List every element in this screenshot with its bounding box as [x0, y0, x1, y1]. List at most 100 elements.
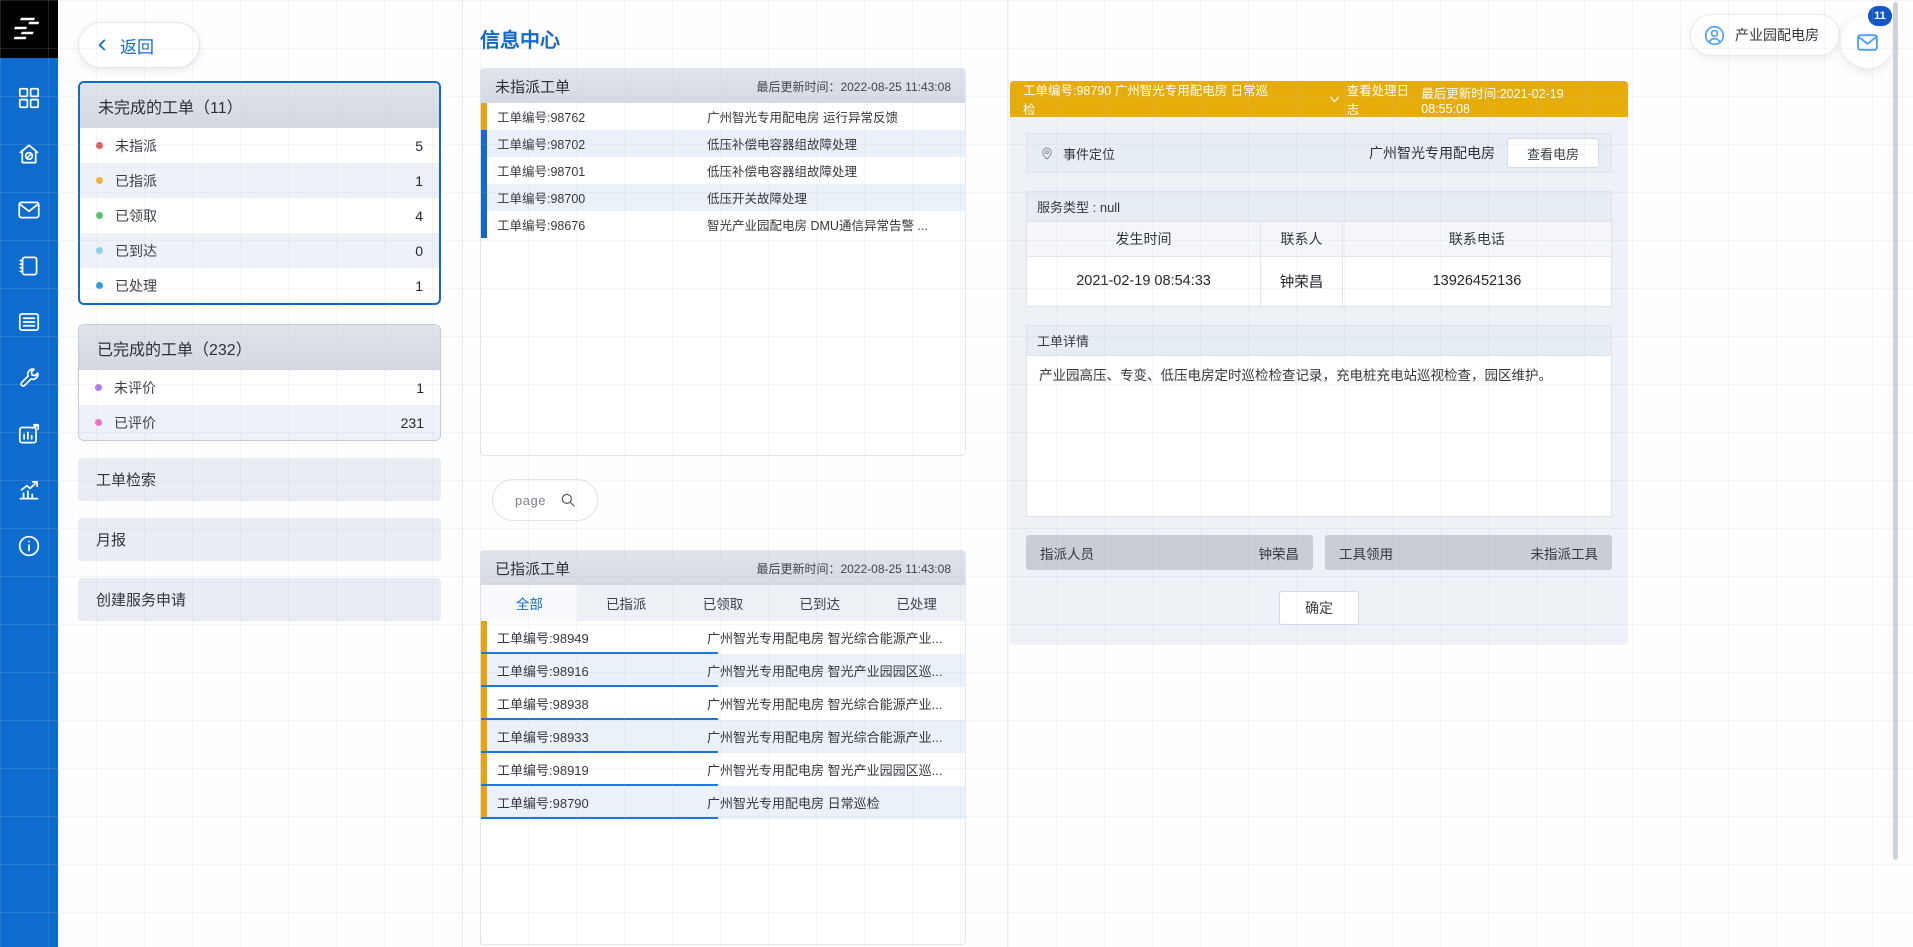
order-code: 工单编号:98700: [497, 188, 707, 207]
user-chip[interactable]: 产业园配电房: [1690, 14, 1840, 56]
contact-table-header: 联系电话: [1342, 222, 1611, 256]
order-status-bar: [481, 720, 487, 753]
sidebar-icon-report-chart[interactable]: [0, 406, 58, 462]
finished-status-row[interactable]: 已评价231: [79, 405, 440, 440]
contact-table-header: 发生时间: [1027, 222, 1261, 256]
assigned-order-row[interactable]: 工单编号:98938广州智光专用配电房 智光综合能源产业...: [481, 687, 965, 720]
unfinished-status-row[interactable]: 已指派1: [80, 163, 439, 198]
view-log-link[interactable]: 查看处理日志: [1328, 80, 1422, 118]
status-dot: [96, 247, 103, 254]
page-search[interactable]: page: [492, 479, 598, 521]
back-button[interactable]: 返回: [78, 22, 200, 68]
sidebar-icon-info[interactable]: [0, 518, 58, 574]
status-count: 1: [415, 278, 423, 294]
shortcut-创建服务申请[interactable]: 创建服务申请: [78, 578, 441, 621]
shortcut-工单检索[interactable]: 工单检索: [78, 458, 441, 501]
assignment-row: 指派人员 钟荣昌 工具领用 未指派工具: [1026, 535, 1612, 570]
unassigned-card-title: 未指派工单: [495, 76, 570, 97]
shortcut-月报[interactable]: 月报: [78, 518, 441, 561]
app-logo: [0, 0, 58, 58]
dashboard-grid-icon: [16, 85, 42, 111]
unassigned-order-row[interactable]: 工单编号:98701低压补偿电容器组故障处理: [481, 157, 965, 184]
unfinished-status-row[interactable]: 已到达0: [80, 233, 439, 268]
unassigned-order-row[interactable]: 工单编号:98676智光产业园配电房 DMU通信异常告警 ...: [481, 211, 965, 238]
status-count: 1: [416, 380, 424, 396]
order-detail-title: 工单详情: [1027, 326, 1611, 356]
unassigned-order-list: 工单编号:98762广州智光专用配电房 运行异常反馈工单编号:98702低压补偿…: [481, 103, 965, 238]
sidebar-icon-trend-chart[interactable]: [0, 462, 58, 518]
order-code: 工单编号:98919: [497, 760, 707, 779]
assigned-orders-card: 已指派工单 最后更新时间：2022-08-25 11:43:08 全部已指派已领…: [480, 550, 966, 945]
order-title: 低压补偿电容器组故障处理: [707, 161, 965, 180]
order-title: 低压补偿电容器组故障处理: [707, 134, 965, 153]
unfinished-status-row[interactable]: 已领取4: [80, 198, 439, 233]
contact-table-cell: 钟荣昌: [1261, 256, 1343, 306]
assigned-tab-已指派[interactable]: 已指派: [578, 585, 675, 621]
tools-pill[interactable]: 工具领用 未指派工具: [1325, 535, 1612, 570]
sidebar-icon-home-compass[interactable]: [0, 126, 58, 182]
mail-badge: 11: [1868, 6, 1892, 26]
order-status-bar: [481, 786, 487, 819]
status-dot: [95, 419, 102, 426]
unfinished-card-title: 未完成的工单（11）: [80, 83, 439, 128]
assigned-order-row[interactable]: 工单编号:98916广州智光专用配电房 智光产业园园区巡...: [481, 654, 965, 687]
order-title: 广州智光专用配电房 智光综合能源产业...: [707, 628, 965, 647]
order-status-bar: [481, 130, 487, 157]
trend-chart-icon: [16, 477, 42, 503]
assigned-order-row[interactable]: 工单编号:98933广州智光专用配电房 智光综合能源产业...: [481, 720, 965, 753]
order-title: 广州智光专用配电房 智光产业园园区巡...: [707, 661, 965, 680]
event-location-bar: 事件定位 广州智光专用配电房 查看电房: [1026, 133, 1612, 173]
status-count: 5: [415, 138, 423, 154]
home-compass-icon: [16, 141, 42, 167]
contact-table: 发生时间联系人联系电话 2021-02-19 08:54:33钟荣昌139264…: [1027, 222, 1611, 306]
confirm-button[interactable]: 确定: [1279, 591, 1359, 625]
assigned-tab-全部[interactable]: 全部: [481, 585, 578, 621]
sidebar-icon-mail[interactable]: [0, 182, 58, 238]
assigned-tab-已领取[interactable]: 已领取: [675, 585, 772, 621]
app-window: 返回 未完成的工单（11） 未指派5已指派1已领取4已到达0已处理1 已完成的工…: [0, 0, 1913, 947]
list-icon: [16, 309, 42, 335]
unfinished-orders-card[interactable]: 未完成的工单（11） 未指派5已指派1已领取4已到达0已处理1: [78, 81, 441, 305]
event-location-label: 事件定位: [1063, 144, 1115, 163]
unassigned-order-row[interactable]: 工单编号:98700低压开关故障处理: [481, 184, 965, 211]
status-count: 231: [401, 415, 424, 431]
unassigned-order-row[interactable]: 工单编号:98702低压补偿电容器组故障处理: [481, 130, 965, 157]
contact-table-cell: 13926452136: [1342, 256, 1611, 306]
unfinished-rows: 未指派5已指派1已领取4已到达0已处理1: [80, 128, 439, 303]
order-title: 广州智光专用配电房 智光综合能源产业...: [707, 694, 965, 713]
sidebar-icon-dashboard-grid[interactable]: [0, 70, 58, 126]
sidebar-icon-list[interactable]: [0, 294, 58, 350]
assigned-order-row[interactable]: 工单编号:98790广州智光专用配电房 日常巡检: [481, 786, 965, 819]
assigned-tab-已到达[interactable]: 已到达: [771, 585, 868, 621]
status-count: 1: [415, 173, 423, 189]
order-status-bar: [481, 211, 487, 238]
assigned-card-header: 已指派工单 最后更新时间：2022-08-25 11:43:08: [481, 551, 965, 585]
station-name: 广州智光专用配电房: [1369, 143, 1495, 163]
order-code: 工单编号:98701: [497, 161, 707, 180]
unfinished-status-row[interactable]: 已处理1: [80, 268, 439, 303]
order-status-bar: [481, 103, 487, 130]
view-log-label: 查看处理日志: [1347, 80, 1422, 118]
mail-icon: [1855, 30, 1880, 55]
assigned-order-row[interactable]: 工单编号:98919广州智光专用配电房 智光产业园园区巡...: [481, 753, 965, 786]
wrench-icon: [16, 365, 42, 391]
info-icon: [16, 533, 42, 559]
order-code: 工单编号:98702: [497, 134, 707, 153]
assigned-order-row[interactable]: 工单编号:98949广州智光专用配电房 智光综合能源产业...: [481, 621, 965, 654]
order-status-bar: [481, 184, 487, 211]
assignee-value: 钟荣昌: [1259, 543, 1300, 563]
order-code: 工单编号:98790: [497, 793, 707, 812]
status-label: 未评价: [114, 378, 156, 398]
sidebar-icon-wrench[interactable]: [0, 350, 58, 406]
finished-orders-card[interactable]: 已完成的工单（232） 未评价1已评价231: [78, 324, 441, 441]
unfinished-status-row[interactable]: 未指派5: [80, 128, 439, 163]
sidebar-icon-notebook[interactable]: [0, 238, 58, 294]
vertical-scrollbar[interactable]: [1893, 2, 1898, 860]
unassigned-order-row[interactable]: 工单编号:98762广州智光专用配电房 运行异常反馈: [481, 103, 965, 130]
finished-status-row[interactable]: 未评价 1: [79, 370, 440, 405]
assigned-tab-已处理[interactable]: 已处理: [868, 585, 965, 621]
view-room-button[interactable]: 查看电房: [1507, 138, 1599, 168]
tools-value: 未指派工具: [1531, 543, 1599, 563]
sidebar-nav: [0, 58, 58, 574]
assignee-pill[interactable]: 指派人员 钟荣昌: [1026, 535, 1313, 570]
